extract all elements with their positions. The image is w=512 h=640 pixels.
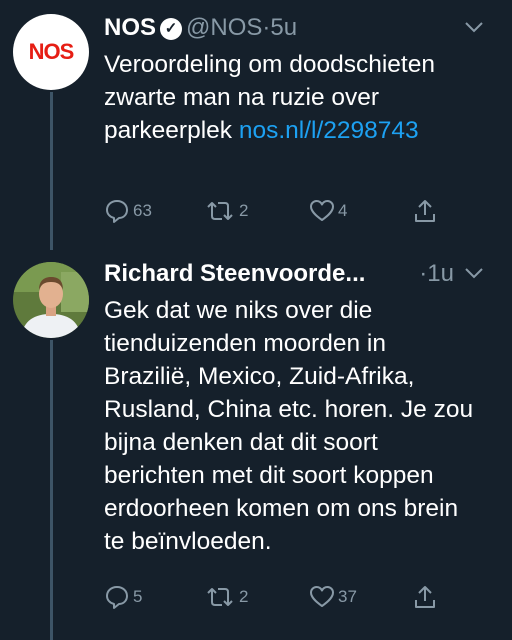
timestamp[interactable]: 1u bbox=[427, 260, 454, 287]
verified-icon: ✓ bbox=[160, 18, 183, 40]
tweet-header: Richard Steenvoorde... bbox=[104, 260, 365, 288]
share-button[interactable] bbox=[412, 584, 438, 610]
avatar-richard[interactable] bbox=[13, 262, 89, 338]
tweet-reply[interactable]: Richard Steenvoorde... ·1u Gek dat we ni… bbox=[0, 260, 512, 640]
retweet-count: 2 bbox=[239, 201, 249, 220]
reply-icon bbox=[106, 200, 128, 223]
retweet-button[interactable]: 2 bbox=[204, 584, 248, 610]
like-count: 37 bbox=[338, 587, 357, 606]
like-icon bbox=[310, 200, 334, 221]
like-icon bbox=[310, 586, 334, 607]
tweet-meta: ·1u bbox=[419, 260, 454, 288]
tweet-text: Veroordeling om doodschieten zwarte man … bbox=[104, 48, 489, 147]
tweet-text: Gek dat we niks over die tienduizenden m… bbox=[104, 297, 474, 555]
like-button[interactable]: 4 bbox=[309, 198, 347, 224]
tweet-actions: 5 2 37 bbox=[104, 584, 444, 614]
handle[interactable]: @NOS bbox=[186, 14, 262, 41]
nos-logo: NOS bbox=[28, 39, 75, 64]
retweet-button[interactable]: 2 bbox=[204, 198, 248, 224]
chevron-down-icon[interactable] bbox=[464, 266, 484, 285]
retweet-count: 2 bbox=[239, 587, 249, 606]
retweet-icon bbox=[207, 202, 233, 220]
avatar-nos[interactable]: NOS bbox=[13, 14, 89, 90]
share-icon bbox=[415, 586, 435, 608]
tweet-link[interactable]: nos.nl/l/2298743 bbox=[239, 117, 419, 144]
reply-button[interactable]: 63 bbox=[104, 198, 152, 224]
like-button[interactable]: 37 bbox=[309, 584, 357, 610]
tweet-header: NOS ✓ @NOS·5u bbox=[104, 14, 297, 42]
reply-button[interactable]: 5 bbox=[104, 584, 142, 610]
like-count: 4 bbox=[338, 201, 348, 220]
chevron-down-icon[interactable] bbox=[464, 20, 484, 39]
share-icon bbox=[415, 200, 435, 222]
tweet-nos[interactable]: NOS NOS ✓ @NOS·5u Veroordeling om doodschi… bbox=[0, 14, 512, 244]
display-name[interactable]: Richard Steenvoorde... bbox=[104, 260, 365, 287]
tweet-actions: 63 2 4 bbox=[104, 198, 444, 228]
reply-count: 5 bbox=[133, 587, 143, 606]
reply-icon bbox=[106, 586, 128, 609]
retweet-icon bbox=[207, 588, 233, 606]
reply-count: 63 bbox=[133, 201, 152, 220]
display-name[interactable]: NOS bbox=[104, 14, 156, 41]
share-button[interactable] bbox=[412, 198, 438, 224]
timestamp[interactable]: 5u bbox=[270, 14, 297, 41]
